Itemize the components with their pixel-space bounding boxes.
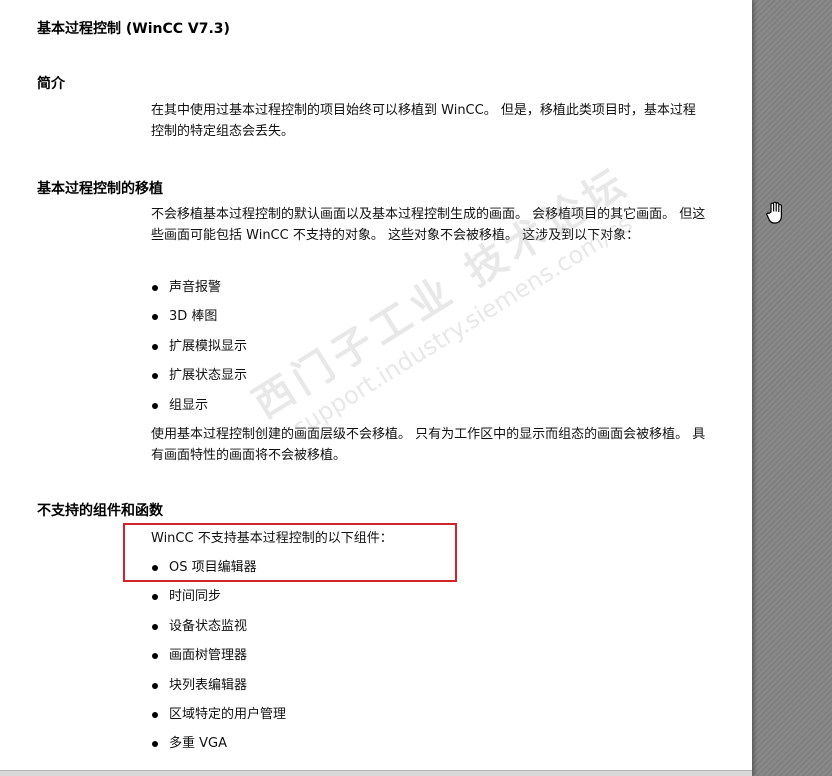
bullet-icon bbox=[152, 373, 158, 380]
list-item-label: 扩展状态显示 bbox=[169, 368, 248, 384]
bottom-toolbar-edge bbox=[0, 770, 752, 776]
list-item-label: 组显示 bbox=[169, 397, 209, 413]
list-item-label: OS 项目编辑器 bbox=[169, 560, 257, 575]
unsupported-intro-paragraph: WinCC 不支持基本过程控制的以下组件： bbox=[151, 531, 393, 546]
bullet-icon bbox=[152, 653, 158, 660]
list-item-label: 扩展模拟显示 bbox=[169, 338, 248, 354]
section-heading-intro: 简介 bbox=[37, 76, 65, 92]
bullet-icon bbox=[152, 402, 158, 409]
list-item: 扩展模拟显示 bbox=[151, 338, 247, 367]
list-item-label: 设备状态监视 bbox=[169, 618, 248, 634]
list-item: 区域特定的用户管理 bbox=[151, 706, 286, 735]
bullet-icon bbox=[152, 285, 158, 291]
list-item-label: 3D 棒图 bbox=[169, 309, 218, 325]
list-item-label: 块列表编辑器 bbox=[169, 677, 248, 693]
bullet-icon bbox=[152, 741, 158, 748]
section-heading-unsupported: 不支持的组件和函数 bbox=[37, 503, 163, 519]
watermark: 西门子工业 技术论坛 support.industry.siemens.com/… bbox=[240, 150, 654, 453]
list-item: 设备状态监视 bbox=[151, 618, 286, 647]
bullet-icon bbox=[152, 623, 158, 630]
hand-cursor-icon bbox=[766, 201, 782, 224]
list-item: 扩展状态显示 bbox=[151, 367, 247, 396]
page-title: 基本过程控制 (WinCC V7.3) bbox=[37, 21, 230, 37]
list-item-label: 画面树管理器 bbox=[169, 648, 248, 664]
list-item-label: 多重 VGA bbox=[169, 736, 227, 752]
list-item: 时间同步 bbox=[151, 588, 286, 617]
bullet-icon bbox=[152, 314, 158, 321]
watermark-title: 西门子工业 技术论坛 bbox=[245, 158, 638, 428]
list-item: 3D 棒图 bbox=[151, 308, 247, 337]
list-item: 声音报警 bbox=[151, 279, 247, 308]
list-item-label: 时间同步 bbox=[169, 589, 222, 605]
list-item-label: 区域特定的用户管理 bbox=[169, 706, 287, 722]
list-item: OS 项目编辑器 bbox=[151, 559, 286, 588]
document-page[interactable]: 基本过程控制 (WinCC V7.3) 简介 在其中使用过基本过程控制的项目始终… bbox=[0, 0, 752, 776]
hierarchy-paragraph: 使用基本过程控制创建的画面层级不会移植。 只有为工作区中的显示而组态的画面会被移… bbox=[151, 427, 706, 463]
list-item: 块列表编辑器 bbox=[151, 677, 286, 706]
list-item: 组显示 bbox=[151, 397, 247, 426]
bullet-icon bbox=[152, 565, 158, 571]
bullet-icon bbox=[152, 711, 158, 718]
bullet-icon bbox=[152, 343, 158, 350]
unsupported-components-list: OS 项目编辑器 时间同步 设备状态监视 画面树管理器 块列表编辑器 区域特定的… bbox=[151, 559, 286, 765]
bullet-icon bbox=[152, 594, 158, 601]
list-item: 多重 VGA bbox=[151, 735, 286, 764]
bullet-icon bbox=[152, 682, 158, 689]
list-item: 画面树管理器 bbox=[151, 647, 286, 676]
section-heading-migration: 基本过程控制的移植 bbox=[37, 181, 163, 197]
list-item-label: 声音报警 bbox=[169, 280, 222, 295]
migration-paragraph: 不会移植基本过程控制的默认画面以及基本过程控制生成的画面。 会移植项目的其它画面… bbox=[151, 207, 706, 243]
intro-paragraph: 在其中使用过基本过程控制的项目始终可以移植到 WinCC。 但是，移植此类项目时… bbox=[151, 103, 696, 139]
document-viewer[interactable]: 基本过程控制 (WinCC V7.3) 简介 在其中使用过基本过程控制的项目始终… bbox=[0, 0, 832, 776]
unsupported-objects-list: 声音报警 3D 棒图 扩展模拟显示 扩展状态显示 组显示 bbox=[151, 279, 247, 426]
